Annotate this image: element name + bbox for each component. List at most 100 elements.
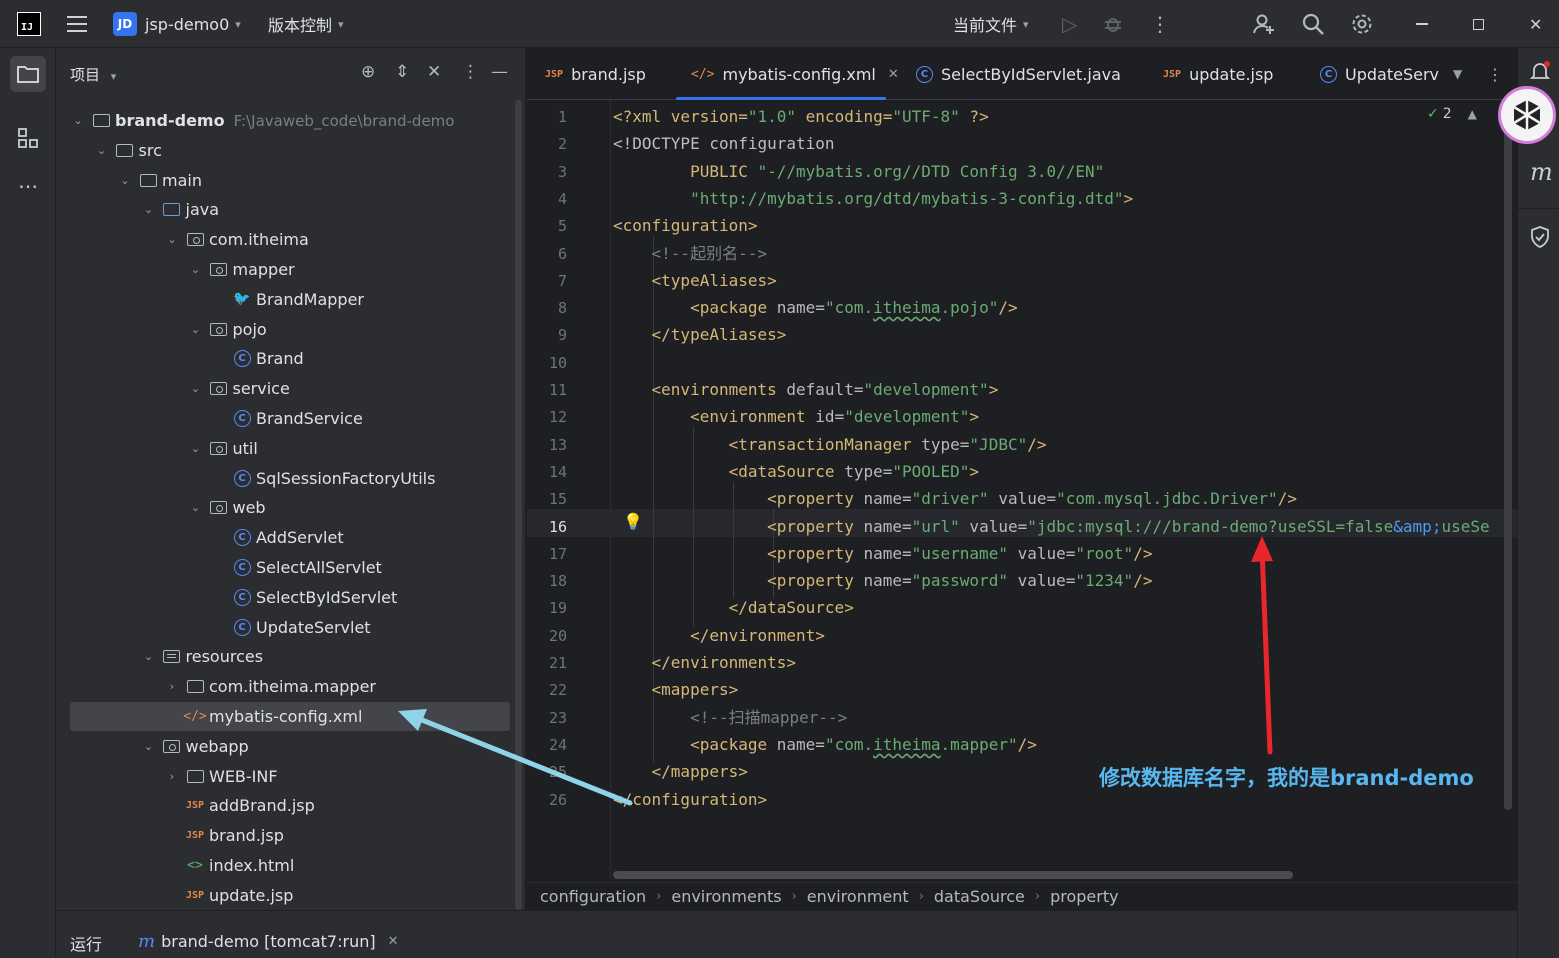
tree-item[interactable]: C SqlSessionFactoryUtils [70,464,510,493]
code-line[interactable]: <property name="url" value="jdbc:mysql:/… [613,513,1490,540]
code-line[interactable]: <mappers> [613,676,739,703]
close-tab-icon[interactable]: ✕ [888,67,899,82]
tree-item[interactable]: ⌄ service [70,374,510,403]
chevron-down-icon[interactable]: ⌄ [141,650,157,663]
chevron-down-icon[interactable]: ⌄ [188,501,204,514]
code-line[interactable]: <?xml version="1.0" encoding="UTF-8" ?> [613,103,989,130]
expand-all-icon[interactable]: ⇕ [395,62,409,82]
tree-item[interactable]: ⌄ util [70,434,510,463]
breadcrumb-item[interactable]: dataSource [934,887,1025,906]
tab-update-jsp[interactable]: JSP update.jsp [1163,48,1273,100]
horizontal-scrollbar[interactable] [613,871,1293,879]
vcs-menu[interactable]: 版本控制 ▾ [268,0,344,48]
tab-updateservlet[interactable]: C UpdateServ [1320,48,1439,100]
chevron-down-icon[interactable]: ⌄ [70,114,86,127]
search-button[interactable] [1301,0,1325,48]
inspection-widget[interactable]: ✓ 2 ▲ [1427,106,1477,122]
tab-options-button[interactable]: ⋮ [1487,48,1503,100]
tree-item[interactable]: JSP update.jsp [70,881,510,910]
tree-item[interactable]: JSP addBrand.jsp [70,791,510,820]
tree-item[interactable]: </> mybatis-config.xml [70,702,510,731]
settings-button[interactable] [1350,0,1374,48]
code-line[interactable]: <package name="com.itheima.pojo"/> [613,294,1018,321]
tree-item[interactable]: <> index.html [70,851,510,880]
tree-item[interactable]: C AddServlet [70,523,510,552]
chevron-right-icon[interactable]: › [164,680,180,693]
tree-item[interactable]: ⌄ src [70,136,510,165]
code-line[interactable]: <configuration> [613,212,758,239]
run-label[interactable]: 运行 [70,931,102,955]
more-actions-button[interactable]: ⋮ [1150,0,1170,48]
tree-item[interactable]: JSP brand.jsp [70,821,510,850]
locate-file-icon[interactable]: ⊕ [361,62,375,82]
project-switcher[interactable]: JD jsp-demo0 ▾ [113,0,241,48]
panel-options-icon[interactable]: ⋮ [462,62,479,82]
project-tool-button[interactable] [10,56,46,92]
code-line[interactable]: </configuration> [613,786,767,813]
tree-item[interactable]: ⌄ java [70,195,510,224]
breadcrumb-item[interactable]: environment [807,887,909,906]
breadcrumb-item[interactable]: environments [671,887,781,906]
code-with-me-button[interactable] [1252,0,1276,48]
maven-icon[interactable]: m [1530,158,1553,186]
chevron-down-icon[interactable]: ⌄ [164,233,180,246]
code-line[interactable]: PUBLIC "-//mybatis.org//DTD Config 3.0//… [613,158,1104,185]
tree-item[interactable]: ⌄ web [70,493,510,522]
code-line[interactable]: <property name="password" value="1234"/> [613,567,1152,594]
chevron-down-icon[interactable]: ⌄ [188,382,204,395]
code-line[interactable]: <environment id="development"> [613,403,979,430]
minimize-button[interactable] [1416,0,1428,48]
code-line[interactable]: </typeAliases> [613,321,787,348]
code-line[interactable]: </environments> [613,649,797,676]
tree-item[interactable]: ⌄ pojo [70,315,510,344]
chevron-down-icon[interactable]: ⌄ [188,263,204,276]
code-line[interactable]: <environments default="development"> [613,376,999,403]
tab-selectbyidservlet-java[interactable]: C SelectByIdServlet.java [916,48,1121,100]
code-line[interactable]: <property name="driver" value="com.mysql… [613,485,1297,512]
plugin-avatar[interactable] [1498,86,1556,144]
chevron-down-icon[interactable]: ⌄ [188,323,204,336]
code-line[interactable]: <!--扫描mapper--> [613,704,847,731]
breadcrumb-item[interactable]: configuration [540,887,646,906]
tree-item[interactable]: C BrandService [70,404,510,433]
code-line[interactable]: <typeAliases> [613,267,777,294]
close-tab-icon[interactable]: ✕ [388,934,399,949]
tree-item[interactable]: ⌄ webapp [70,732,510,761]
code-line[interactable]: <!DOCTYPE configuration [613,130,835,157]
tree-item[interactable]: ⌄ main [70,166,510,195]
project-view-selector[interactable]: 项目 ▾ [70,64,116,85]
run-button[interactable]: ▷ [1062,0,1077,48]
tab-brand-jsp[interactable]: JSP brand.jsp [545,48,646,100]
tree-item[interactable]: ⌄ com.itheima [70,225,510,254]
code-line[interactable]: "http://mybatis.org/dtd/mybatis-3-config… [613,185,1133,212]
project-scrollbar[interactable] [515,100,522,910]
tree-item[interactable]: ⌄ brand-demo F:\Javaweb_code\brand-demo [70,106,510,135]
maximize-button[interactable] [1473,0,1484,48]
tree-item[interactable]: › WEB-INF [70,762,510,791]
code-line[interactable]: </dataSource> [613,594,854,621]
tree-item[interactable]: ⌄ resources [70,642,510,671]
chevron-down-icon[interactable]: ⌄ [141,203,157,216]
notifications-button[interactable] [1529,60,1551,86]
security-button[interactable] [1530,226,1550,252]
code-line[interactable]: </environment> [613,622,825,649]
run-tab[interactable]: m brand-demo [tomcat7:run] ✕ [138,931,399,952]
tree-item[interactable]: › com.itheima.mapper [70,672,510,701]
vertical-scrollbar[interactable] [1504,100,1512,810]
line-number-gutter[interactable]: 1 2 3 4 5 6 7 8 9 10 11 12 13 14 15 16 17 18 19 20 21 22 23 24 2… [527,100,611,880]
more-tools-button[interactable]: ⋯ [10,168,46,204]
tab-mybatis-config-xml[interactable]: </> mybatis-config.xml ✕ [691,48,899,100]
code-line[interactable]: <transactionManager type="JDBC"/> [613,431,1047,458]
ide-logo[interactable]: IJ [17,0,41,48]
code-line[interactable]: </mappers> [613,758,748,785]
chevron-down-icon[interactable]: ⌄ [117,174,133,187]
main-menu-button[interactable] [67,0,87,48]
tree-item[interactable]: 🐦 BrandMapper [70,285,510,314]
chevron-down-icon[interactable]: ⌄ [94,144,110,157]
tree-item[interactable]: ⌄ mapper [70,255,510,284]
code-line[interactable]: <!--起别名--> [613,240,767,267]
hide-panel-icon[interactable]: — [491,62,508,82]
chevron-up-icon[interactable]: ▲ [1468,107,1477,121]
structure-tool-button[interactable] [10,120,46,156]
close-window-button[interactable]: ✕ [1529,0,1542,48]
